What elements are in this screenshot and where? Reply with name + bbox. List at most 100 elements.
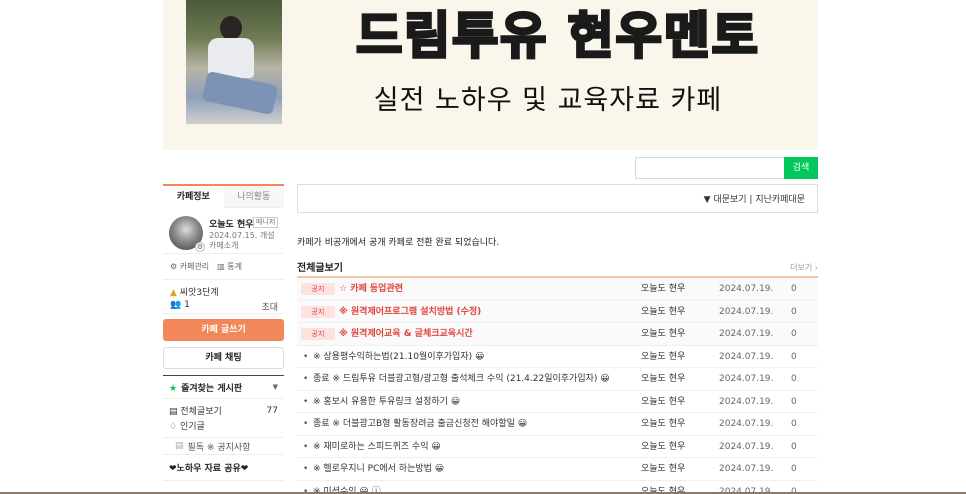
invite-link[interactable]: 초대 (261, 300, 278, 313)
bullet-icon: • (303, 464, 309, 474)
sidebar-tabs: 카페정보 나의활동 (163, 184, 284, 208)
post-date: 2024.07.19. (719, 329, 774, 339)
post-author[interactable]: 오늘도 현우 (641, 436, 685, 458)
profile-name[interactable]: 오늘도 현우 (209, 217, 254, 230)
bullet-icon: • (303, 374, 309, 384)
role-badge: 매니저 (253, 217, 279, 228)
post-subject[interactable]: ※ 홍보시 유용한 투유링크 설정하기 😀 (313, 391, 633, 413)
post-date: 2024.07.19. (719, 441, 774, 452)
post-author[interactable]: 오늘도 현우 (641, 346, 685, 368)
post-subject[interactable]: ※ 재미로하는 스피드퀴즈 수익 😀 (313, 436, 633, 458)
post-author[interactable]: 오늘도 현우 (641, 368, 685, 390)
member-count[interactable]: 👥 1 (170, 300, 190, 310)
post-views: 0 (791, 306, 797, 317)
post-views: 0 (791, 419, 797, 429)
table-row[interactable]: 공지 ※ 원격제어프로그램 설치방법 (수정) 오늘도 현우 2024.07.19. 0 (297, 300, 818, 323)
write-post-button[interactable]: 카페 글쓰기 (163, 319, 284, 341)
post-list: 공지 ☆ 카페 등업관련 오늘도 현우 2024.07.19. 0 공지 ※ 원격제어프로그… (297, 278, 818, 494)
tab-cafe-info[interactable]: 카페정보 (163, 186, 224, 208)
favorite-boards-header[interactable]: ★ 즐겨찾는 게시판 ▼ (163, 375, 284, 399)
cafe-chat-button[interactable]: 카페 채팅 (163, 347, 284, 369)
fire-icon: ♢ (169, 422, 180, 432)
post-subject[interactable]: ※ 헬로우지니 PC에서 하는방법 😀 (313, 458, 633, 480)
management-row: ⚙ 카페관리 ▥ 통계 (163, 254, 284, 280)
banner-title: 드림투유 현우멘토 (355, 6, 760, 67)
post-subject[interactable]: 종료 ※ 더블광고B형 활동장려금 출금신청전 해야할일 😀 (313, 413, 633, 435)
table-row[interactable]: 공지 ※ 원격제어교육 & 글체크교육시간 오늘도 현우 2024.07.19. 0 (297, 323, 818, 346)
post-subject[interactable]: ※ 원격제어교육 & 글체크교육시간 (339, 323, 635, 345)
cafe-page: 드림투유 현우멘토 실전 노하우 및 교육자료 카페 검색 카페정보 나의활동 … (0, 0, 966, 494)
board-header: 전체글보기 더보기 › (297, 259, 818, 278)
post-date: 2024.07.19. (719, 419, 774, 429)
sidebar: 카페정보 나의활동 ⚙ 오늘도 현우 매니저 2024.07.15. 개설 카페… (163, 184, 284, 481)
banner-subtitle: 실전 노하우 및 교육자료 카페 (373, 85, 723, 116)
sidebar-section-knowhow[interactable]: ❤노하우 자료 공유❤ (163, 455, 284, 481)
search-button[interactable]: 검색 (784, 157, 818, 179)
board-title[interactable]: 전체글보기 (297, 259, 343, 274)
post-author[interactable]: 오늘도 현우 (641, 278, 685, 300)
post-author[interactable]: 오늘도 현우 (641, 413, 685, 435)
post-author[interactable]: 오늘도 현우 (641, 323, 685, 345)
manager-profile: ⚙ 오늘도 현우 매니저 2024.07.15. 개설 카페소개 (163, 208, 284, 254)
gear-icon: ⚙ (170, 262, 180, 271)
cafe-intro-link[interactable]: 카페소개 (209, 240, 238, 251)
post-views: 0 (791, 374, 797, 384)
sidebar-item-notice[interactable]: ▤ 필독 ※ 공지사항 (163, 437, 284, 455)
sidebar-item-popular[interactable]: ♢ 인기글 (163, 418, 284, 433)
table-row[interactable]: 공지 ☆ 카페 등업관련 오늘도 현우 2024.07.19. 0 (297, 278, 818, 301)
search-input[interactable] (635, 157, 784, 179)
post-count: 77 (266, 405, 278, 416)
post-views: 0 (791, 464, 797, 474)
tab-my-activity[interactable]: 나의활동 (223, 186, 284, 208)
star-icon: ★ (169, 383, 178, 394)
bullet-icon: • (303, 396, 309, 407)
post-subject[interactable]: ※ 상용평수익하는법(21.10월이후가입자) 😀 (313, 346, 633, 368)
post-date: 2024.07.19. (719, 351, 774, 362)
bar-chart-icon: ▥ (217, 262, 228, 271)
more-link[interactable]: 더보기 › (790, 262, 818, 273)
sidebar-item-all-posts[interactable]: ▤ 전체글보기 77 (163, 403, 284, 418)
post-date: 2024.07.19. (719, 464, 774, 474)
bullet-icon: • (303, 419, 309, 429)
view-toggle[interactable]: ▼ 대문보기 | 지난카페대문 (297, 184, 818, 213)
post-views: 0 (791, 351, 797, 362)
cafe-banner[interactable]: 드림투유 현우멘토 실전 노하우 및 교육자료 카페 (163, 0, 818, 150)
table-row[interactable]: • 종료 ※ 드림투유 더블광고형/광고형 출석체크 수익 (21.4.22일이후… (297, 368, 818, 391)
stats-link[interactable]: ▥ 통계 (217, 261, 242, 272)
cafe-level[interactable]: ▲ 씨앗3단계 (170, 285, 219, 298)
chevron-down-icon: ▼ (272, 383, 278, 391)
table-row[interactable]: • 종료 ※ 더블광고B형 활동장려금 출금신청전 해야할일 😀 오늘도 현우 202… (297, 413, 818, 436)
post-date: 2024.07.19. (719, 306, 774, 317)
table-row[interactable]: • ※ 헬로우지니 PC에서 하는방법 😀 오늘도 현우 2024.07.19. 0 (297, 458, 818, 481)
post-views: 0 (791, 329, 797, 339)
table-row[interactable]: • ※ 홍보시 유용한 투유링크 설정하기 😀 오늘도 현우 2024.07.19. 0 (297, 391, 818, 413)
post-author[interactable]: 오늘도 현우 (641, 301, 685, 323)
list-icon: ▤ (169, 407, 181, 417)
notice-badge: 공지 (301, 305, 335, 318)
post-date: 2024.07.19. (719, 374, 774, 384)
post-subject[interactable]: ※ 원격제어프로그램 설치방법 (수정) (339, 301, 635, 323)
seed-icon: ▲ (170, 288, 180, 298)
post-author[interactable]: 오늘도 현우 (641, 391, 685, 413)
post-date: 2024.07.19. (719, 396, 774, 407)
cafe-stats: ▲ 씨앗3단계 👥 1 초대 (163, 280, 284, 314)
cafe-manage-link[interactable]: ⚙ 카페관리 (170, 261, 209, 272)
members-icon: 👥 (170, 300, 185, 310)
table-row[interactable]: • ※ 상용평수익하는법(21.10월이후가입자) 😀 오늘도 현우 2024.07.… (297, 346, 818, 368)
bullet-icon: • (303, 441, 309, 452)
banner-photo (186, 0, 282, 124)
post-views: 0 (791, 441, 797, 452)
table-row[interactable]: • ※ 재미로하는 스피드퀴즈 수익 😀 오늘도 현우 2024.07.19. 0 (297, 436, 818, 458)
cafe-notice-text: 카페가 비공개에서 공개 카페로 전환 완료 되었습니다. (297, 238, 500, 248)
post-views: 0 (791, 284, 797, 294)
notice-badge: 공지 (301, 328, 335, 340)
settings-icon[interactable]: ⚙ (195, 242, 205, 252)
post-views: 0 (791, 396, 797, 407)
board-icon: ▤ (175, 441, 184, 451)
notice-badge: 공지 (301, 283, 335, 295)
post-date: 2024.07.19. (719, 284, 774, 294)
bullet-icon: • (303, 351, 309, 362)
post-subject[interactable]: ☆ 카페 등업관련 (339, 278, 635, 300)
post-subject[interactable]: 종료 ※ 드림투유 더블광고형/광고형 출석체크 수익 (21.4.22일이후가… (313, 368, 633, 390)
post-author[interactable]: 오늘도 현우 (641, 458, 685, 480)
